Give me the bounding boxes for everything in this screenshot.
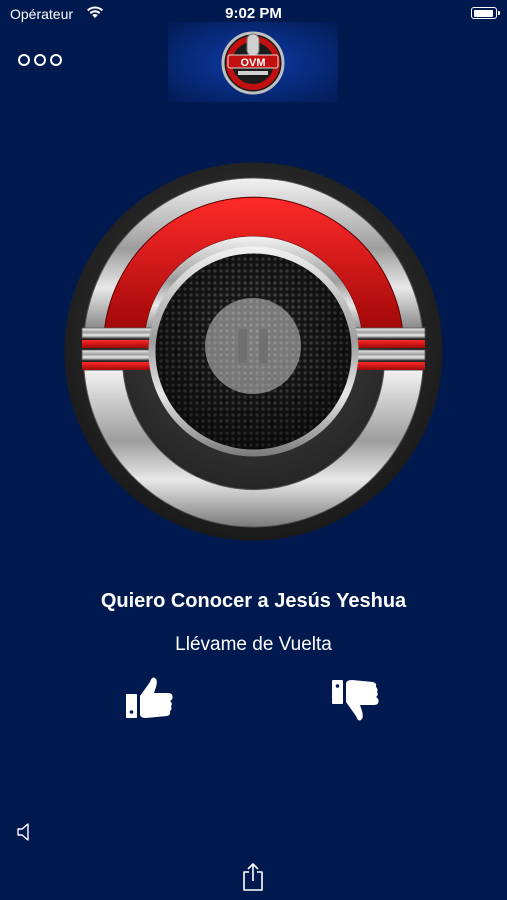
clock: 9:02 PM <box>225 5 282 22</box>
thumbs-up-icon <box>126 677 173 718</box>
song-title: Quiero Conocer a Jesús Yeshua <box>100 590 407 612</box>
speaker-icon[interactable] <box>16 822 34 842</box>
like-button[interactable] <box>124 674 176 722</box>
more-circles-icon <box>18 54 30 66</box>
song-artist: Llévame de Vuelta <box>175 634 332 655</box>
station-logo: OVM <box>168 22 338 102</box>
logo-text: OVM <box>240 57 265 69</box>
thumbs-down-icon <box>332 680 379 721</box>
more-menu-button[interactable] <box>18 54 70 70</box>
battery-icon <box>471 7 500 19</box>
pause-button[interactable] <box>205 298 301 394</box>
share-icon[interactable] <box>241 862 265 892</box>
battery-level <box>473 9 493 17</box>
dislike-button[interactable] <box>330 676 382 724</box>
